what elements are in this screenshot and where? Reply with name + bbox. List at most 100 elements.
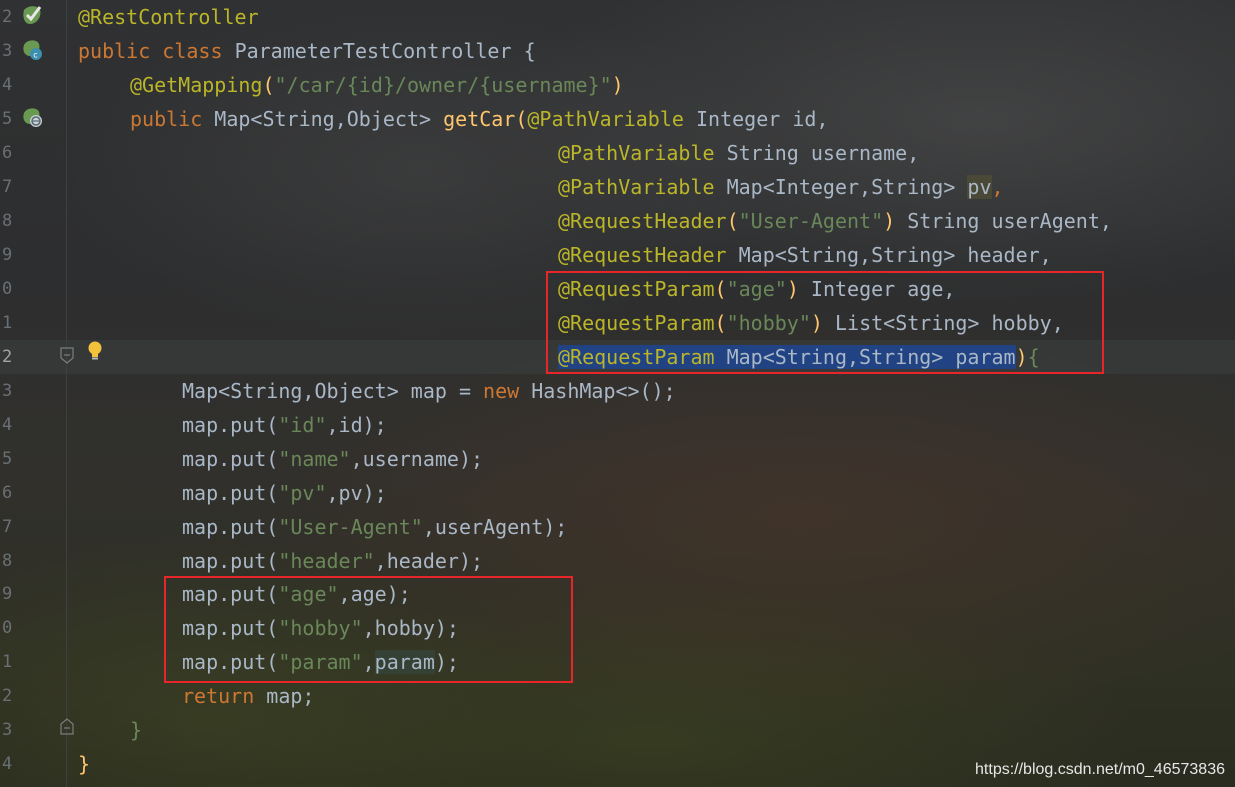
parameter: String userAgent, <box>907 209 1112 233</box>
code-text: @PathVariable Map<Integer,String> pv, <box>558 175 1004 199</box>
code-text: map.put("name",username); <box>182 447 483 471</box>
code-token: Map<String,Object> map = <box>182 379 484 403</box>
annotation: @GetMapping <box>130 73 263 97</box>
code-token: map; <box>266 684 315 708</box>
code-text: map.put("User-Agent",userAgent); <box>182 515 567 539</box>
code-token: map.put( <box>182 549 279 573</box>
string-literal: "pv" <box>278 481 327 505</box>
code-line[interactable]: 8 @RequestHeader("User-Agent") String us… <box>0 204 1235 238</box>
keyword: public <box>78 39 151 63</box>
highlighted-variable: pv <box>967 175 992 199</box>
code-line[interactable]: 9 @RequestHeader Map<String,String> head… <box>0 238 1235 272</box>
code-line[interactable]: 6 @PathVariable String username, <box>0 136 1235 170</box>
line-number: 2 <box>2 686 13 706</box>
return-type: Map<String,Object> <box>214 107 432 131</box>
code-line[interactable]: 3 public class ParameterTestController { <box>0 34 1235 68</box>
code-text: map.put("pv",pv); <box>182 481 387 505</box>
keyword: return <box>182 684 255 708</box>
parameter-type: Map<Integer,String> <box>726 175 956 199</box>
code-token: ,pv); <box>326 481 387 505</box>
line-number: 4 <box>2 75 13 95</box>
spring-class-icon[interactable]: c <box>21 38 45 66</box>
code-line[interactable]: 5 map.put("name",username); <box>0 442 1235 476</box>
line-number: 0 <box>2 279 13 299</box>
line-number: 7 <box>2 517 13 537</box>
code-line[interactable]: 6 map.put("pv",pv); <box>0 476 1235 510</box>
brace: { <box>523 39 536 63</box>
string-literal: "id" <box>278 413 327 437</box>
paren: ( <box>726 209 739 233</box>
code-line[interactable]: 5 public Map<String,Object> getCar(@Path… <box>0 102 1235 136</box>
code-text: map.put("header",header); <box>182 549 483 573</box>
code-token: ,header); <box>374 549 484 573</box>
highlight-box-map-puts <box>164 576 573 683</box>
annotation: @RequestHeader <box>558 209 727 233</box>
code-line[interactable]: 2 return map; <box>0 679 1235 713</box>
brace: } <box>78 752 91 776</box>
annotation: @PathVariable <box>558 175 715 199</box>
code-line[interactable]: 4 map.put("id",id); <box>0 408 1235 442</box>
code-text: } <box>130 718 142 742</box>
code-text: map.put("id",id); <box>182 413 387 437</box>
fold-marker-icon[interactable] <box>59 717 75 739</box>
code-token: ,username); <box>350 447 484 471</box>
parameter: String username, <box>726 141 920 165</box>
code-line[interactable]: 2 @RestController <box>0 0 1235 34</box>
annotation: @PathVariable <box>558 141 715 165</box>
string-literal: "/car/{id}/owner/{username}" <box>274 73 612 97</box>
code-token: map.put( <box>182 481 279 505</box>
line-number: 5 <box>2 449 13 469</box>
string-literal: "header" <box>278 549 375 573</box>
class-name: ParameterTestController <box>234 39 512 63</box>
brace: } <box>130 718 143 742</box>
highlight-box-request-params <box>546 271 1104 374</box>
line-number: 4 <box>2 754 13 774</box>
line-number: 6 <box>2 143 13 163</box>
web-endpoint-icon[interactable] <box>21 106 45 134</box>
annotation: @RequestHeader <box>558 243 727 267</box>
code-line[interactable]: 3 } <box>0 713 1235 747</box>
keyword: public <box>130 107 203 131</box>
code-text: return map; <box>182 684 314 708</box>
string-literal: "User-Agent" <box>738 209 884 233</box>
parameter: Integer id, <box>695 107 829 131</box>
code-line[interactable]: 4 @GetMapping("/car/{id}/owner/{username… <box>0 68 1235 102</box>
line-number: 0 <box>2 618 13 638</box>
line-number: 3 <box>2 41 13 61</box>
code-line[interactable]: 3 Map<String,Object> map = new HashMap<>… <box>0 374 1235 408</box>
line-number: 4 <box>2 415 13 435</box>
annotation: @PathVariable <box>527 107 684 131</box>
code-text: @RequestHeader Map<String,String> header… <box>558 243 1052 267</box>
code-token: ,id); <box>326 413 387 437</box>
keyword: class <box>162 39 223 63</box>
code-token: map.put( <box>182 447 279 471</box>
keyword: new <box>483 379 520 403</box>
code-text: @RequestHeader("User-Agent") String user… <box>558 209 1112 233</box>
paren: ) <box>883 209 896 233</box>
string-literal: "User-Agent" <box>278 515 423 539</box>
comma: , <box>991 175 1004 199</box>
line-number: 2 <box>2 7 13 27</box>
paren: ( <box>262 73 275 97</box>
line-number: 9 <box>2 584 13 604</box>
line-number: 5 <box>2 109 13 129</box>
line-number: 2 <box>2 347 13 367</box>
line-number: 9 <box>2 245 13 265</box>
lightbulb-icon[interactable] <box>86 340 104 366</box>
bean-check-icon[interactable] <box>20 4 44 32</box>
code-line[interactable]: 8 map.put("header",header); <box>0 544 1235 578</box>
line-number: 3 <box>2 720 13 740</box>
line-number: 1 <box>2 313 13 333</box>
line-number: 6 <box>2 483 13 503</box>
line-number: 3 <box>2 381 13 401</box>
line-number: 8 <box>2 551 13 571</box>
fold-marker-icon[interactable] <box>59 347 75 369</box>
code-text: public Map<String,Object> getCar(@PathVa… <box>130 107 828 131</box>
line-number: 7 <box>2 177 13 197</box>
watermark-url: https://blog.csdn.net/m0_46573836 <box>975 761 1225 778</box>
code-token: HashMap<>(); <box>531 379 676 403</box>
code-line[interactable]: 7 map.put("User-Agent",userAgent); <box>0 510 1235 544</box>
code-text: @GetMapping("/car/{id}/owner/{username}"… <box>130 73 624 97</box>
code-text: Map<String,Object> map = new HashMap<>()… <box>182 379 676 403</box>
code-line[interactable]: 7 @PathVariable Map<Integer,String> pv, <box>0 170 1235 204</box>
